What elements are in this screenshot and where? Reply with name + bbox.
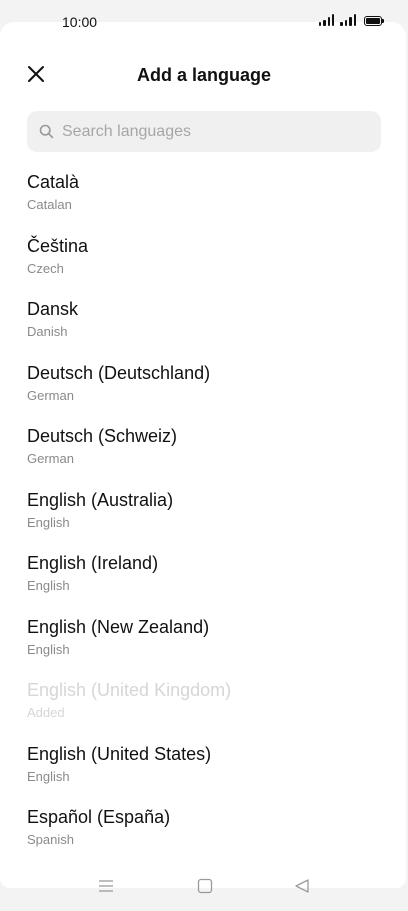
language-item[interactable]: Español (España) Spanish <box>27 805 387 869</box>
language-name: Deutsch (Schweiz) <box>27 426 178 446</box>
signal-icon-sim1 <box>318 14 335 26</box>
navigation-bar <box>0 870 408 902</box>
language-item: English (United Kingdom) Added <box>27 678 387 742</box>
language-item[interactable]: English (New Zealand) English <box>27 615 387 679</box>
home-button[interactable] <box>197 878 213 899</box>
language-name: Čeština <box>27 235 89 256</box>
search-input[interactable] <box>62 111 362 152</box>
language-name: English (United Kingdom) <box>27 680 232 700</box>
language-subtitle: Catalan <box>27 197 72 212</box>
search-bar[interactable] <box>27 111 381 152</box>
language-subtitle: Czech <box>27 260 64 276</box>
language-item[interactable]: Deutsch (Schweiz) German <box>27 424 387 488</box>
language-item[interactable]: Deutsch (Deutschland) German <box>27 361 387 425</box>
language-subtitle: Added <box>27 705 65 720</box>
language-item[interactable]: Čeština Czech <box>27 234 387 298</box>
language-name: English (United States) <box>27 743 212 764</box>
screen: 10:00 Add a language Català Catalan Češtin… <box>0 0 408 911</box>
header: Add a language <box>0 50 408 102</box>
battery-icon <box>364 16 384 26</box>
language-subtitle: English <box>27 578 70 593</box>
language-subtitle: German <box>27 387 74 403</box>
language-subtitle: English <box>27 768 70 784</box>
page-title: Add a language <box>136 65 271 85</box>
language-subtitle: English <box>27 514 70 530</box>
language-subtitle: German <box>27 451 74 466</box>
status-time: 10:00 <box>62 14 98 30</box>
home-icon <box>197 878 213 894</box>
search-icon <box>39 124 54 139</box>
menu-button[interactable] <box>98 878 114 899</box>
language-name: English (Ireland) <box>27 553 159 573</box>
language-item[interactable]: Català Catalan <box>27 170 387 234</box>
language-subtitle: Spanish <box>27 832 74 847</box>
language-name: Deutsch (Deutschland) <box>27 362 211 383</box>
language-item[interactable]: Dansk Danish <box>27 297 387 361</box>
back-icon <box>295 879 309 893</box>
back-button[interactable] <box>294 878 310 899</box>
language-name: Català <box>27 172 80 192</box>
language-item[interactable]: English (Ireland) English <box>27 551 387 615</box>
status-bar: 10:00 <box>0 0 408 44</box>
status-icons <box>318 14 384 26</box>
language-list: Català Catalan Čeština Czech Dansk Danish Deut… <box>27 170 387 869</box>
signal-icon-sim2 <box>340 14 356 26</box>
menu-icon <box>99 880 113 892</box>
language-item[interactable]: English (Australia) English <box>27 488 387 552</box>
language-subtitle: English <box>27 641 70 657</box>
language-name: Español (España) <box>27 807 171 827</box>
language-name: English (New Zealand) <box>27 616 210 637</box>
language-name: Dansk <box>27 299 79 319</box>
language-name: English (Australia) <box>27 489 174 510</box>
language-item[interactable]: English (United States) English <box>27 742 387 806</box>
language-subtitle: Danish <box>27 324 68 339</box>
